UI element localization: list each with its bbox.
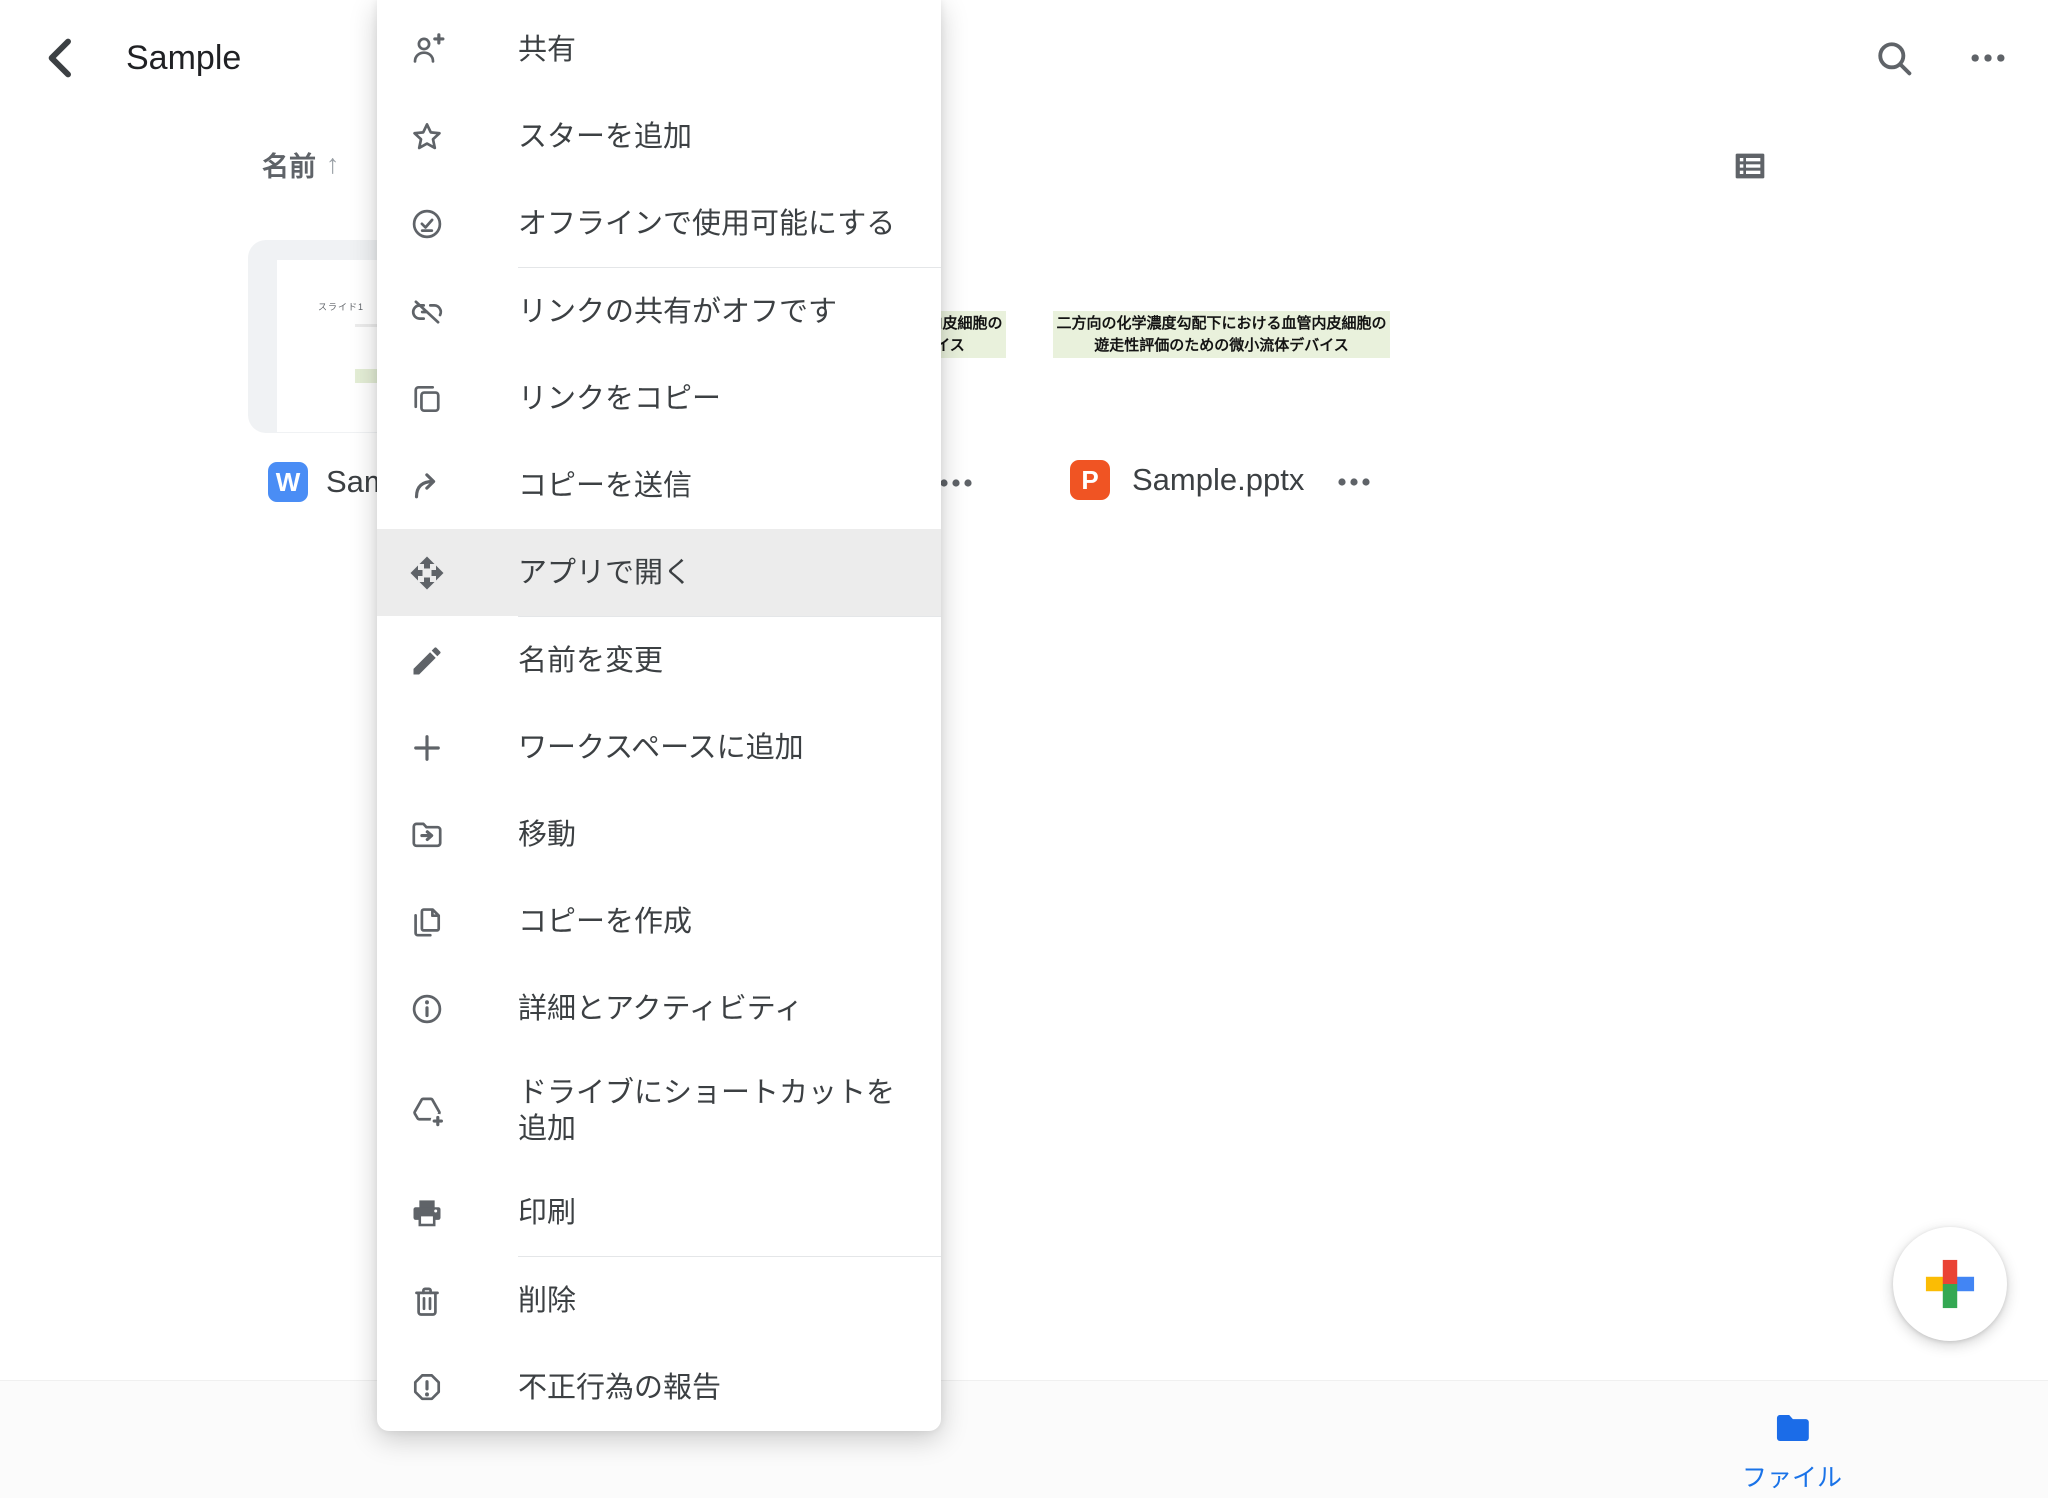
file-copy-icon [409,904,445,940]
menu-item-label: 共有 [518,32,910,68]
menu-item-offline[interactable]: オフラインで使用可能にする [377,180,941,267]
menu-item-label: ワークスペースに追加 [518,730,910,766]
star-icon [409,119,445,155]
menu-item-label: アプリで開く [518,555,910,591]
menu-item-label: 名前を変更 [518,643,910,679]
menu-item-copy-link[interactable]: リンクをコピー [377,355,941,442]
search-icon [1872,36,1916,80]
menu-item-share[interactable]: 共有 [377,6,941,93]
more-horiz-icon [1966,36,2010,80]
google-plus-icon [1924,1258,1976,1310]
menu-item-label: コピーを送信 [518,468,910,504]
search-button[interactable] [1872,36,1916,80]
menu-item-print[interactable]: 印刷 [377,1169,941,1256]
open-with-icon [409,555,445,591]
menu-item-send-copy[interactable]: コピーを送信 [377,442,941,529]
nav-tab-files-label[interactable]: ファイル [1692,1458,1892,1494]
page-title: Sample [126,36,241,80]
more-dots-icon [1336,475,1372,489]
file-more-button[interactable] [1336,475,1372,489]
file-context-menu: 共有 スターを追加 オフラインで使用可能にする リンクの共有がオフです リンクを… [377,0,941,1431]
back-button[interactable] [36,30,88,86]
report-icon [409,1370,445,1406]
menu-item-link-sharing-off[interactable]: リンクの共有がオフです [377,268,941,355]
word-file-badge: W [268,462,308,502]
drive-add-icon [409,1093,445,1129]
menu-item-report-abuse[interactable]: 不正行為の報告 [377,1344,941,1431]
menu-item-add-shortcut-to-drive[interactable]: ドライブにショートカットを追加 [377,1052,941,1169]
folder-icon [1770,1407,1814,1449]
sort-ascending-icon: ↑ [326,149,340,180]
file-name-pptx[interactable]: Sample.pptx [1132,460,1304,500]
folder-move-icon [409,817,445,853]
menu-item-rename[interactable]: 名前を変更 [377,617,941,704]
menu-item-label: 削除 [518,1283,910,1319]
plus-icon [409,730,445,766]
menu-item-label: 移動 [518,817,910,853]
info-icon [409,991,445,1027]
menu-item-details-activity[interactable]: 詳細とアクティビティ [377,965,941,1052]
overflow-menu-button[interactable] [1966,36,2010,80]
preview-title-line2: 遊走性評価のための微小流体デバイス [1053,335,1390,357]
menu-item-label: 不正行為の報告 [518,1370,910,1406]
doc-preview-text: スライド1 [318,300,364,313]
printer-icon [409,1195,445,1231]
menu-item-label: リンクの共有がオフです [518,294,910,330]
powerpoint-file-badge: P [1070,460,1110,500]
view-list-icon [1730,146,1770,186]
menu-item-label: ドライブにショートカットを追加 [518,1075,910,1147]
pptx-preview-title[interactable]: 二方向の化学濃度勾配下における血管内皮細胞の 遊走性評価のための微小流体デバイス [1053,311,1390,358]
sort-label: 名前 [262,145,316,184]
file-more-button[interactable] [938,476,974,490]
link-off-icon [409,294,445,330]
person-add-icon [409,32,445,68]
preview-title-line1: 二方向の化学濃度勾配下における血管内皮細胞の [1053,313,1390,335]
menu-item-label: スターを追加 [518,119,910,155]
menu-item-delete[interactable]: 削除 [377,1257,941,1344]
menu-item-label: リンクをコピー [518,381,910,417]
menu-item-label: 印刷 [518,1195,910,1231]
offline-check-icon [409,206,445,242]
chevron-left-icon [36,30,88,86]
menu-item-label: 詳細とアクティビティ [518,991,910,1027]
more-dots-icon [938,476,974,490]
sort-control[interactable]: 名前 ↑ [262,144,340,184]
menu-item-open-in-app[interactable]: アプリで開く [377,529,941,616]
copy-icon [409,381,445,417]
menu-item-make-copy[interactable]: コピーを作成 [377,878,941,965]
create-new-fab[interactable] [1893,1227,2007,1341]
pencil-icon [409,643,445,679]
menu-item-add-to-workspace[interactable]: ワークスペースに追加 [377,704,941,791]
menu-item-label: オフラインで使用可能にする [518,206,910,242]
menu-item-label: コピーを作成 [518,904,910,940]
nav-tab-files[interactable] [1770,1407,1814,1449]
menu-item-move[interactable]: 移動 [377,791,941,878]
file-name-doc[interactable]: Sam [326,462,380,502]
trash-icon [409,1283,445,1319]
send-icon [409,468,445,504]
list-view-toggle-button[interactable] [1730,146,1770,186]
menu-item-add-star[interactable]: スターを追加 [377,93,941,180]
